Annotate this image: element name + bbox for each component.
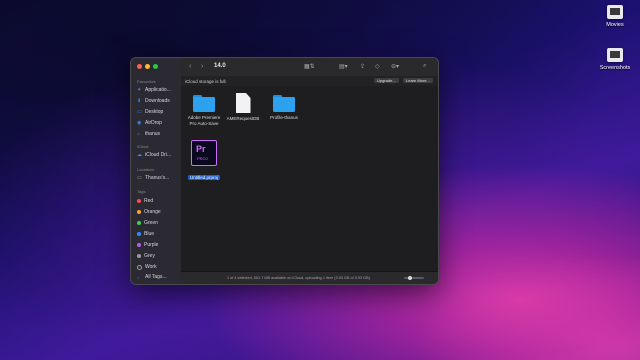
file-item-untitled-prproj[interactable]: Pr PROJ Untitled.prproj (185, 140, 223, 184)
sidebar-item-label: Applicatio... (145, 87, 171, 93)
file-label: Profile-thanus (270, 115, 298, 120)
sidebar-item-thanus-macbook[interactable]: ▭ Thanus's... (137, 175, 169, 181)
search-icon[interactable]: ⌕ (423, 63, 426, 70)
toolbar: ‹ › 14.0 ▦⇅ ▤▾ ⇪ ◇ ⊖▾ ⌕ (181, 58, 438, 77)
desktop-item-screenshots[interactable]: Screenshots (597, 48, 633, 71)
view-mode-button[interactable]: ▦⇅ (304, 63, 315, 70)
tag-red[interactable]: Red (137, 198, 153, 204)
sidebar-section-icloud: iCloud (137, 144, 149, 149)
tag-blue[interactable]: Blue (137, 231, 154, 237)
icloud-icon: ☁ (137, 151, 142, 158)
tag-label: Grey (144, 253, 155, 259)
desktop-item-movies[interactable]: Movies (597, 5, 633, 28)
tag-orange-dot-icon (137, 210, 141, 214)
sidebar-item-label: Downloads (145, 98, 170, 104)
airdrop-icon: ◉ (137, 119, 142, 126)
tag-label: All Tags... (145, 274, 167, 280)
icloud-banner: iCloud storage is full. Upgrade... Learn… (181, 76, 438, 86)
folder-icon (193, 95, 215, 112)
file-label: AMERequestDB (226, 116, 260, 121)
folder-thumbnail-icon (607, 5, 623, 19)
icon-size-slider[interactable] (404, 275, 424, 280)
icloud-banner-message: iCloud storage is full. (185, 78, 227, 84)
group-by-button[interactable]: ▤▾ (339, 63, 348, 70)
sidebar-item-label: iCloud Dri... (145, 152, 172, 158)
zoom-window-button[interactable] (153, 64, 158, 69)
sidebar-item-airdrop[interactable]: ◉ AirDrop (137, 120, 162, 126)
tag-work[interactable]: Work (137, 264, 157, 270)
tag-purple[interactable]: Purple (137, 242, 158, 248)
sidebar-section-locations: Locations (137, 167, 155, 172)
slider-knob[interactable] (408, 275, 412, 280)
file-grid: Adobe Premiere Pro Auto-Save AMERequestD… (181, 86, 438, 272)
sidebar-item-label: Thanus's... (145, 175, 170, 181)
file-item-premiere-auto-save[interactable]: Adobe Premiere Pro Auto-Save (185, 95, 223, 127)
upgrade-button[interactable]: Upgrade... (374, 78, 399, 83)
file-label-selected: Untitled.prproj (187, 175, 220, 180)
home-icon: ⌂ (137, 130, 141, 137)
finder-window: Favourites ✦ Applicatio... ⬇ Downloads ▭… (130, 57, 439, 285)
tag-blue-dot-icon (137, 232, 141, 236)
sidebar-item-label: Desktop (145, 109, 164, 115)
sidebar-section-favourites: Favourites (137, 79, 156, 84)
desktop-item-label: Screenshots (599, 65, 631, 71)
sidebar-item-applications[interactable]: ✦ Applicatio... (137, 87, 171, 93)
file-item-profile-thanus[interactable]: Profile-thanus (265, 95, 303, 121)
tag-label: Orange (144, 209, 161, 215)
document-icon (235, 93, 251, 113)
status-bar: 1 of 4 selected, 551.7 MB available on i… (181, 271, 438, 284)
minimize-window-button[interactable] (145, 64, 150, 69)
window-controls (137, 64, 158, 69)
applications-icon: ✦ (137, 86, 142, 93)
tag-grey-dot-icon (137, 254, 141, 258)
sidebar-section-tags: Tags (137, 189, 146, 194)
sidebar-item-label: AirDrop (145, 120, 162, 126)
window-title: 14.0 (214, 63, 226, 69)
downloads-icon: ⬇ (137, 97, 142, 104)
sidebar-item-desktop[interactable]: ▭ Desktop (137, 109, 163, 115)
tag-green-dot-icon (137, 221, 141, 225)
tag-purple-dot-icon (137, 243, 141, 247)
sidebar-item-home[interactable]: ⌂ thanus (137, 131, 160, 137)
tag-grey[interactable]: Grey (137, 253, 155, 259)
status-text: 1 of 4 selected, 551.7 MB available on i… (227, 275, 370, 280)
desktop-icon: ▭ (137, 108, 142, 115)
sidebar: Favourites ✦ Applicatio... ⬇ Downloads ▭… (131, 58, 181, 284)
tag-red-dot-icon (137, 199, 141, 203)
folder-icon (273, 95, 295, 112)
desktop-item-label: Movies (606, 22, 624, 28)
sidebar-item-downloads[interactable]: ⬇ Downloads (137, 98, 170, 104)
tag-label: Purple (144, 242, 159, 248)
close-window-button[interactable] (137, 64, 142, 69)
laptop-icon: ▭ (137, 174, 142, 181)
tag-work-dot-icon (137, 264, 142, 270)
tag-label: Blue (144, 231, 155, 237)
file-item-amerequestdb[interactable]: AMERequestDB (224, 93, 262, 122)
tag-label: Red (144, 198, 154, 204)
more-actions-icon[interactable]: ⊖▾ (391, 63, 399, 70)
all-tags-icon: ◌ (137, 274, 140, 280)
premiere-project-icon: Pr PROJ (191, 140, 217, 166)
tag-label: Work (145, 264, 157, 270)
sidebar-item-label: thanus (145, 131, 161, 137)
file-label: Adobe Premiere Pro Auto-Save (187, 115, 221, 126)
tag-icon[interactable]: ◇ (375, 63, 380, 70)
share-icon[interactable]: ⇪ (360, 63, 365, 70)
folder-thumbnail-icon (607, 48, 623, 62)
learn-more-button[interactable]: Learn More... (403, 78, 433, 83)
tag-all-tags[interactable]: ◌ All Tags... (137, 274, 167, 280)
sidebar-item-icloud-drive[interactable]: ☁ iCloud Dri... (137, 152, 171, 158)
back-button[interactable]: ‹ (189, 63, 191, 70)
tag-orange[interactable]: Orange (137, 209, 161, 215)
tag-label: Green (144, 220, 158, 226)
tag-green[interactable]: Green (137, 220, 158, 226)
forward-button[interactable]: › (201, 63, 203, 70)
